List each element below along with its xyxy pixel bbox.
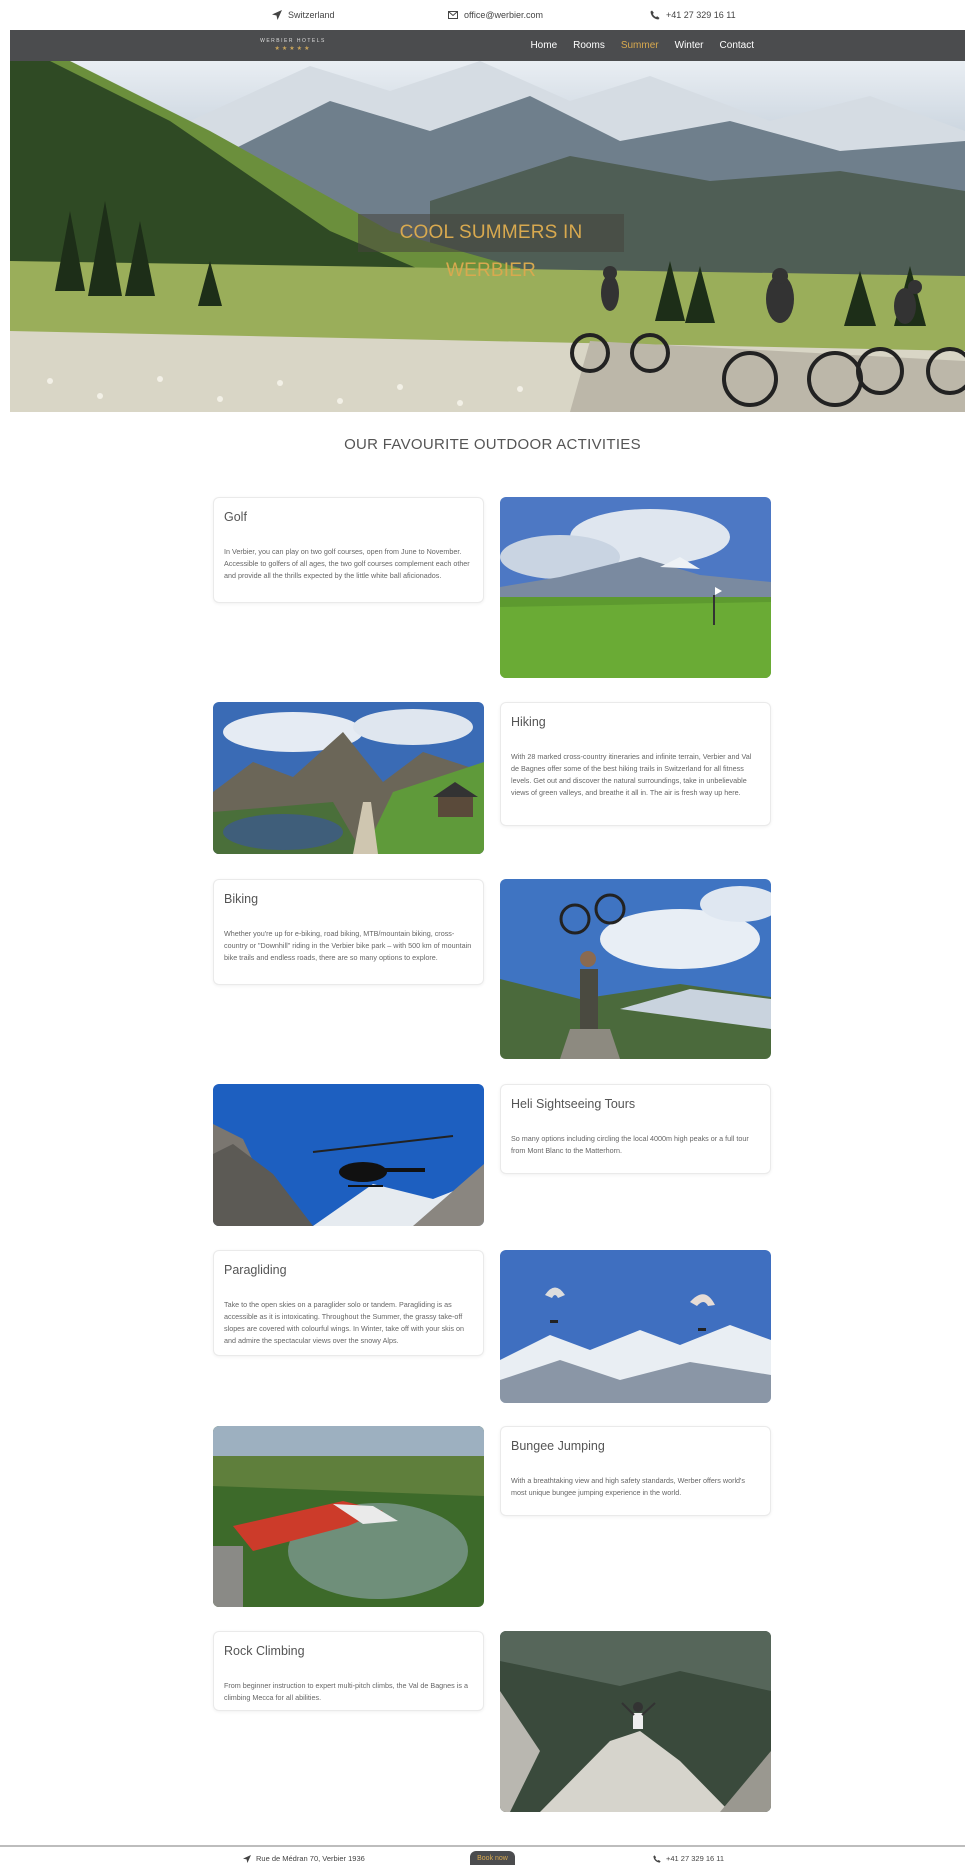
phone-icon (653, 1854, 661, 1863)
activity-title: Bungee Jumping (511, 1439, 605, 1453)
activity-title: Rock Climbing (224, 1644, 305, 1658)
main-navigation: WERBIER HOTELS ★★★★★ Home Rooms Summer W… (10, 30, 965, 61)
footer-phone-text[interactable]: +41 27 329 16 11 (666, 1854, 724, 1863)
footer-address: Rue de Médran 70, Verbier 1936 (243, 1854, 365, 1863)
phone-icon (650, 10, 660, 20)
activity-card-paragliding: Paragliding Take to the open skies on a … (213, 1250, 484, 1356)
email-link[interactable]: office@werbier.com (464, 10, 543, 20)
activity-title: Hiking (511, 715, 546, 729)
nav-item-summer[interactable]: Summer (613, 30, 667, 61)
activity-title: Heli Sightseeing Tours (511, 1097, 636, 1111)
mountain-biker-photo (500, 879, 771, 1059)
golf-course-photo (500, 497, 771, 678)
activity-text: From beginner instruction to expert mult… (224, 1681, 468, 1702)
location-info: Switzerland (272, 10, 335, 20)
logo-stars: ★★★★★ (274, 46, 312, 52)
activity-text: So many options including circling the l… (511, 1134, 749, 1155)
location-text: Switzerland (288, 10, 335, 20)
activity-card-rock-climbing: Rock Climbing From beginner instruction … (213, 1631, 484, 1711)
activity-text: With 28 marked cross-country itineraries… (511, 752, 752, 797)
activity-title: Golf (224, 510, 247, 524)
location-arrow-icon (243, 1854, 251, 1863)
footer-address-text: Rue de Médran 70, Verbier 1936 (256, 1854, 365, 1863)
phone-link[interactable]: +41 27 329 16 11 (666, 10, 736, 20)
activity-card-bungee: Bungee Jumping With a breathtaking view … (500, 1426, 771, 1516)
hotel-logo[interactable]: WERBIER HOTELS ★★★★★ (258, 38, 328, 52)
nav-item-home[interactable]: Home (522, 30, 565, 61)
nav-item-contact[interactable]: Contact (712, 30, 762, 61)
footer-bar: Rue de Médran 70, Verbier 1936 Book now … (0, 1845, 965, 1865)
activity-text: In Verbier, you can play on two golf cou… (224, 547, 470, 580)
nav-item-winter[interactable]: Winter (667, 30, 712, 61)
activity-card-hiking: Hiking With 28 marked cross-country itin… (500, 702, 771, 826)
hero-banner: COOL SUMMERS IN WERBIER (10, 61, 965, 412)
activity-title: Biking (224, 892, 259, 906)
activity-text: Whether you're up for e-biking, road bik… (224, 929, 472, 962)
bungee-jump-photo (213, 1426, 484, 1607)
activity-text: Take to the open skies on a paraglider s… (224, 1300, 464, 1345)
hiking-trail-photo (213, 702, 484, 854)
hero-title: COOL SUMMERS IN WERBIER (358, 214, 624, 281)
footer-phone[interactable]: +41 27 329 16 11 (653, 1854, 724, 1863)
activity-card-golf: Golf In Verbier, you can play on two gol… (213, 497, 484, 603)
email-info[interactable]: office@werbier.com (448, 10, 543, 20)
rock-climber-photo (500, 1631, 771, 1812)
top-contact-bar: Switzerland office@werbier.com +41 27 32… (0, 0, 965, 30)
activity-title: Paragliding (224, 1263, 287, 1277)
page: Switzerland office@werbier.com +41 27 32… (0, 0, 965, 1865)
activity-card-biking: Biking Whether you're up for e-biking, r… (213, 879, 484, 985)
paragliders-photo (500, 1250, 771, 1403)
envelope-icon (448, 11, 458, 19)
nav-item-rooms[interactable]: Rooms (565, 30, 613, 61)
activity-card-heli: Heli Sightseeing Tours So many options i… (500, 1084, 771, 1174)
location-arrow-icon (272, 10, 282, 20)
book-now-button[interactable]: Book now (470, 1851, 515, 1865)
activity-text: With a breathtaking view and high safety… (511, 1476, 746, 1497)
logo-name: WERBIER HOTELS (260, 38, 326, 44)
phone-info[interactable]: +41 27 329 16 11 (650, 10, 736, 20)
section-title: OUR FAVOURITE OUTDOOR ACTIVITIES (344, 436, 641, 453)
nav-menu: Home Rooms Summer Winter Contact (522, 30, 762, 61)
helicopter-photo (213, 1084, 484, 1226)
